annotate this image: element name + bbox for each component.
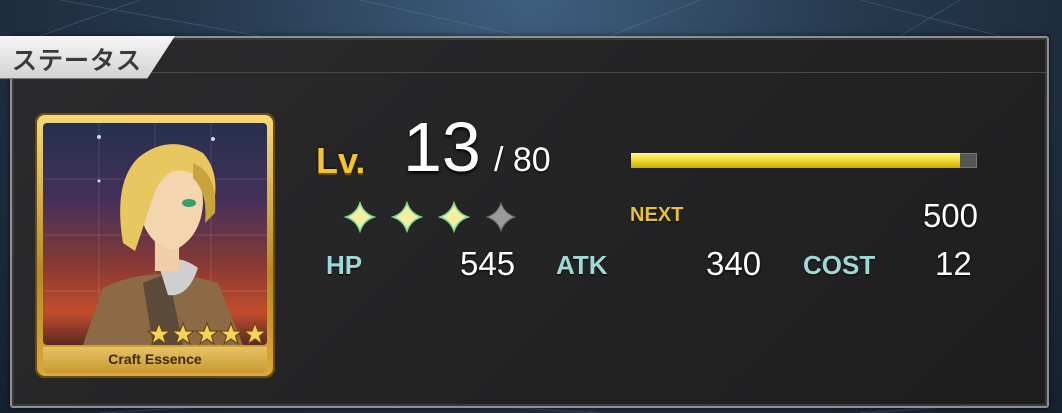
card-label-bar: Craft Essence	[43, 347, 267, 373]
rarity-star-filled	[343, 200, 377, 234]
rarity-stars	[343, 200, 517, 234]
atk-value: 340	[706, 245, 762, 282]
cost-value: 12	[935, 245, 972, 282]
level-prefix: Lv.	[316, 140, 366, 181]
card-type-label: Craft Essence	[108, 351, 202, 367]
hp-label: HP	[326, 250, 363, 280]
card-rarity-stars	[147, 321, 267, 346]
rarity-star-filled	[390, 200, 424, 234]
level-value: 13	[403, 108, 481, 186]
xp-bar	[630, 152, 978, 169]
card-art	[43, 123, 267, 345]
hp-value: 545	[460, 245, 516, 282]
panel-title: ステータス	[12, 46, 143, 75]
next-value: 500	[922, 197, 978, 234]
rarity-star-empty	[485, 201, 517, 233]
level-max: / 80	[494, 141, 551, 179]
craft-essence-card[interactable]: Craft Essence	[35, 113, 275, 378]
rarity-star-filled	[437, 200, 471, 234]
cost-label: COST	[803, 250, 876, 280]
xp-bar-fill	[631, 153, 960, 168]
next-label: NEXT	[630, 204, 684, 226]
atk-label: ATK	[556, 250, 608, 280]
